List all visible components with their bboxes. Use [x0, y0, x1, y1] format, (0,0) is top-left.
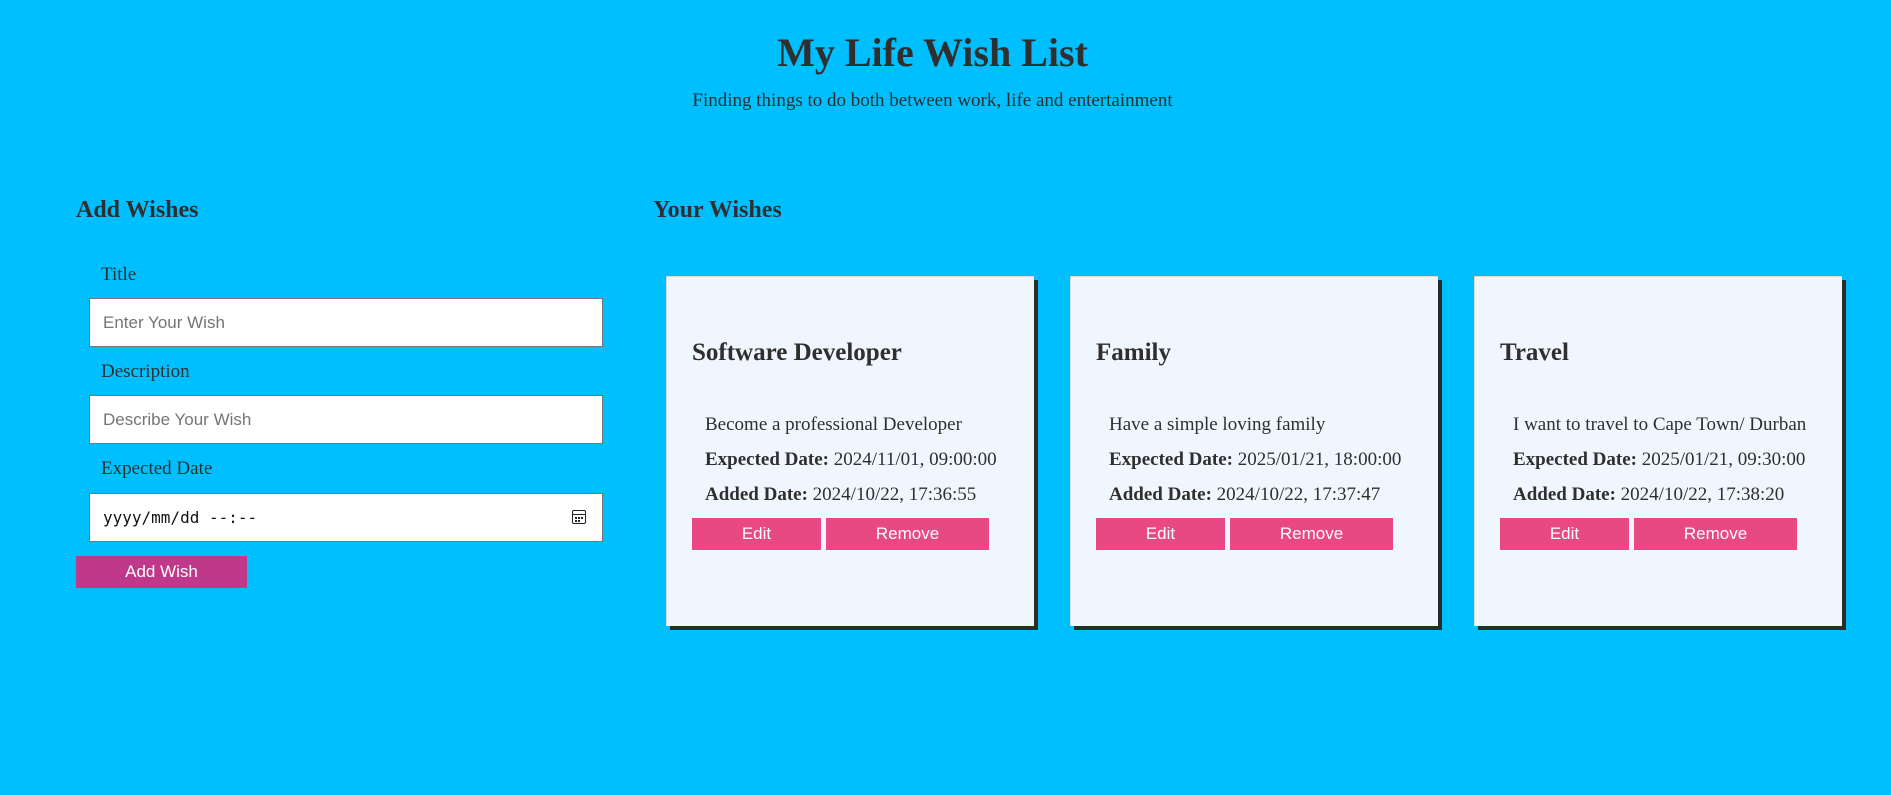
wish-actions: Edit Remove — [1500, 518, 1828, 550]
remove-button[interactable]: Remove — [1634, 518, 1797, 550]
wish-added-date: Added Date: 2024/10/22, 17:38:20 — [1513, 484, 1785, 505]
wish-body: Have a simple loving family Expected Dat… — [1096, 413, 1424, 550]
wish-body: I want to travel to Cape Town/ Durban Ex… — [1500, 413, 1828, 550]
wish-expected-date: Expected Date: 2024/11/01, 09:00:00 — [705, 449, 997, 470]
wish-title: Software Developer — [692, 339, 902, 366]
title-label: Title — [101, 264, 137, 285]
title-input[interactable] — [89, 298, 603, 347]
page-title: My Life Wish List — [777, 30, 1088, 75]
wish-body: Become a professional Developer Expected… — [692, 413, 1020, 550]
add-wishes-heading: Add Wishes — [76, 197, 199, 223]
wish-expected-date: Expected Date: 2025/01/21, 09:30:00 — [1513, 449, 1806, 470]
add-wish-button[interactable]: Add Wish — [76, 556, 247, 588]
edit-button[interactable]: Edit — [1500, 518, 1629, 550]
expected-date-label: Expected Date — [101, 458, 213, 479]
remove-button[interactable]: Remove — [1230, 518, 1393, 550]
edit-button[interactable]: Edit — [1096, 518, 1225, 550]
wish-title: Family — [1096, 339, 1171, 366]
wish-description: Have a simple loving family — [1109, 414, 1326, 435]
wish-added-date: Added Date: 2024/10/22, 17:37:47 — [1109, 484, 1381, 505]
expected-date-input[interactable]: yyyy/mm/dd --:-- — [89, 493, 603, 542]
remove-button[interactable]: Remove — [826, 518, 989, 550]
add-wishes-panel: Add Wishes Title Description Expected Da… — [76, 195, 606, 588]
date-placeholder: yyyy/mm/dd --:-- — [103, 508, 258, 527]
description-input[interactable] — [89, 395, 603, 444]
description-label: Description — [101, 361, 190, 382]
wish-card: Software Developer Become a professional… — [666, 276, 1034, 626]
wish-added-date: Added Date: 2024/10/22, 17:36:55 — [705, 484, 977, 505]
wish-card: Family Have a simple loving family Expec… — [1070, 276, 1438, 626]
wish-actions: Edit Remove — [1096, 518, 1424, 550]
wish-description: I want to travel to Cape Town/ Durban — [1513, 414, 1807, 435]
wish-title: Travel — [1500, 339, 1569, 366]
your-wishes-heading: Your Wishes — [653, 197, 782, 223]
calendar-icon[interactable] — [572, 510, 586, 524]
wish-actions: Edit Remove — [692, 518, 1020, 550]
edit-button[interactable]: Edit — [692, 518, 821, 550]
wish-card: Travel I want to travel to Cape Town/ Du… — [1474, 276, 1842, 626]
page-subtitle: Finding things to do both between work, … — [692, 90, 1173, 111]
wish-description: Become a professional Developer — [705, 414, 962, 435]
wish-expected-date: Expected Date: 2025/01/21, 18:00:00 — [1109, 449, 1402, 470]
